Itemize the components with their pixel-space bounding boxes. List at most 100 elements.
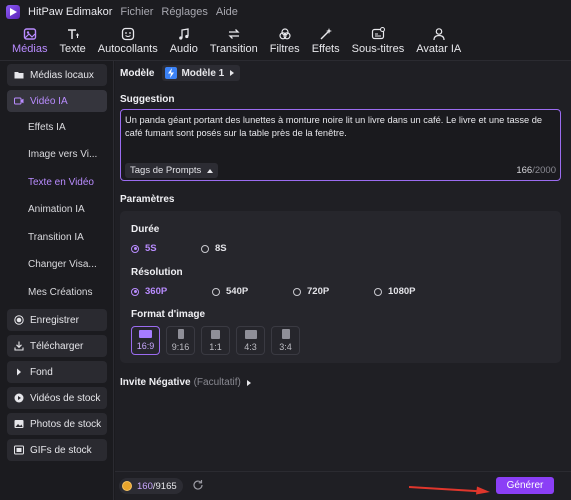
ratio-option-label: 1:1 bbox=[209, 341, 222, 352]
play-circle-icon bbox=[14, 393, 24, 403]
negative-prompt-toggle[interactable]: Invite Négative (Facultatif) bbox=[120, 377, 251, 388]
radio-selected-icon bbox=[131, 244, 139, 253]
filter-icon bbox=[278, 26, 292, 42]
video-icon bbox=[14, 96, 24, 106]
caret-right-icon bbox=[14, 367, 24, 377]
tab-label: Audio bbox=[169, 43, 198, 55]
tab-effets[interactable]: Effets bbox=[306, 23, 346, 60]
resolution-option-540p[interactable]: 540P bbox=[212, 286, 293, 297]
effects-icon bbox=[319, 26, 333, 42]
transition-icon bbox=[227, 26, 241, 42]
sidebar-subitem-change-face[interactable]: Changer Visa... bbox=[7, 254, 107, 276]
generate-button[interactable]: Générer bbox=[496, 477, 554, 494]
tab-autocollants[interactable]: Autocollants bbox=[92, 23, 164, 60]
parameters-label: Paramètres bbox=[120, 194, 175, 205]
sticker-icon bbox=[121, 26, 135, 42]
ratio-option-label: 16:9 bbox=[136, 341, 155, 351]
sidebar-item-ai-video[interactable]: Vidéo IA bbox=[7, 90, 107, 112]
app-name: HitPaw Edimakor bbox=[28, 6, 113, 18]
sidebar-item-stock-videos[interactable]: Vidéos de stock bbox=[7, 387, 107, 410]
sidebar-item-download[interactable]: Télécharger bbox=[7, 335, 107, 358]
duration-options: 5S 8S bbox=[131, 243, 227, 254]
sidebar-subitem-ai-transition[interactable]: Transition IA bbox=[7, 226, 107, 248]
prompt-textarea[interactable]: Un panda géant portant des lunettes à mo… bbox=[120, 109, 561, 181]
bottom-bar: 160/9165 Générer bbox=[115, 471, 571, 500]
model-row: Modèle Modèle 1 bbox=[120, 65, 241, 81]
radio-selected-icon bbox=[131, 287, 139, 296]
tab-audio[interactable]: Audio bbox=[164, 23, 204, 60]
sidebar-subitem-text-to-video[interactable]: Texte en Vidéo bbox=[7, 171, 107, 193]
ratio-option-4-3[interactable]: 4:3 bbox=[236, 326, 265, 355]
duration-option-5s[interactable]: 5S bbox=[131, 243, 201, 254]
sidebar-item-record[interactable]: Enregistrer bbox=[7, 309, 107, 332]
resolution-option-360p[interactable]: 360P bbox=[131, 286, 212, 297]
chevron-right-icon bbox=[230, 70, 235, 76]
prompt-text[interactable]: Un panda géant portant des lunettes à mo… bbox=[125, 114, 558, 140]
tab-medias[interactable]: Médias bbox=[6, 23, 53, 60]
sidebar-subitem-image-to-video[interactable]: Image vers Vi... bbox=[7, 144, 107, 166]
parameters-panel: Durée 5S 8S Résolution 360P 540P 720P 10… bbox=[120, 211, 561, 363]
resolution-label: Résolution bbox=[131, 267, 183, 278]
record-icon bbox=[14, 315, 24, 325]
tab-label: Filtres bbox=[269, 43, 300, 55]
char-max: /2000 bbox=[532, 165, 556, 176]
prompt-tags-button[interactable]: Tags de Prompts bbox=[125, 163, 219, 178]
ratio-option-16-9[interactable]: 16:9 bbox=[131, 326, 160, 355]
char-count: 166 bbox=[516, 165, 533, 176]
sidebar-subitem-ai-animation[interactable]: Animation IA bbox=[7, 199, 107, 221]
landscape-ratio-icon bbox=[244, 329, 257, 339]
portrait-ratio-icon bbox=[177, 329, 184, 339]
tab-filtres[interactable]: Filtres bbox=[264, 23, 306, 60]
caret-up-icon bbox=[207, 168, 214, 173]
sidebar-item-background[interactable]: Fond bbox=[7, 361, 107, 384]
resolution-option-1080p[interactable]: 1080P bbox=[374, 286, 415, 297]
credits-total: /9165 bbox=[152, 480, 177, 492]
menu-reglages[interactable]: Réglages bbox=[161, 6, 207, 18]
tool-tab-bar: Médias Texte Autocollants Audio Transiti… bbox=[0, 24, 571, 61]
tab-label: Autocollants bbox=[97, 43, 158, 55]
char-counter: 166/2000 bbox=[516, 165, 556, 176]
tab-texte[interactable]: Texte bbox=[53, 23, 91, 60]
radio-icon bbox=[293, 287, 301, 296]
sidebar-item-stock-photos[interactable]: Photos de stock bbox=[7, 413, 107, 436]
duration-option-8s[interactable]: 8S bbox=[201, 243, 227, 254]
tab-transition[interactable]: Transition bbox=[204, 23, 264, 60]
radio-icon bbox=[201, 244, 209, 253]
menu-aide[interactable]: Aide bbox=[216, 6, 238, 18]
credits-used: 160 bbox=[137, 480, 153, 492]
sidebar-item-stock-gifs[interactable]: GIFs de stock bbox=[7, 439, 107, 462]
menu-fichier[interactable]: Fichier bbox=[120, 6, 153, 18]
sidebar-subitem-ai-effects[interactable]: Effets IA bbox=[7, 116, 107, 138]
ratio-option-3-4[interactable]: 3:4 bbox=[271, 326, 300, 355]
sidebar-subitem-my-creations[interactable]: Mes Créations bbox=[7, 282, 107, 304]
gif-icon bbox=[14, 445, 24, 455]
tab-label: Avatar IA bbox=[416, 43, 462, 55]
avatar-icon bbox=[432, 26, 446, 42]
coin-icon bbox=[122, 481, 132, 491]
text-to-video-panel: Modèle Modèle 1 Suggestion Un panda géan… bbox=[115, 61, 571, 500]
refresh-icon[interactable] bbox=[192, 479, 204, 494]
resolution-option-label: 720P bbox=[307, 286, 330, 297]
tab-sous-titres[interactable]: Sous-titres bbox=[346, 23, 411, 60]
resolution-option-720p[interactable]: 720P bbox=[293, 286, 374, 297]
tab-label: Sous-titres bbox=[351, 43, 405, 55]
tab-label: Texte bbox=[59, 43, 86, 55]
sidebar-item-label: Télécharger bbox=[30, 340, 84, 352]
subtitles-icon bbox=[371, 26, 385, 42]
landscape-ratio-icon bbox=[139, 330, 152, 338]
sidebar-item-local-media[interactable]: Médias locaux bbox=[7, 64, 107, 86]
resolution-option-label: 1080P bbox=[388, 286, 416, 297]
aspect-ratio-options: 16:9 9:16 1:1 4:3 3:4 bbox=[131, 326, 306, 355]
tab-avatar-ia[interactable]: Avatar IA bbox=[410, 23, 467, 60]
sidebar-item-label: Vidéo IA bbox=[30, 95, 68, 107]
sidebar: Médias locaux Vidéo IA Effets IA Image v… bbox=[0, 61, 114, 500]
model-selector[interactable]: Modèle 1 bbox=[162, 65, 241, 81]
app-logo-icon bbox=[6, 5, 20, 19]
text-icon bbox=[66, 26, 80, 42]
prompt-tags-label: Tags de Prompts bbox=[130, 165, 202, 176]
ratio-option-1-1[interactable]: 1:1 bbox=[201, 326, 230, 355]
suggestion-label: Suggestion bbox=[120, 94, 175, 105]
tab-label: Médias bbox=[12, 43, 48, 55]
ratio-option-9-16[interactable]: 9:16 bbox=[166, 326, 195, 355]
negative-prompt-label: Invite Négative bbox=[120, 377, 191, 388]
